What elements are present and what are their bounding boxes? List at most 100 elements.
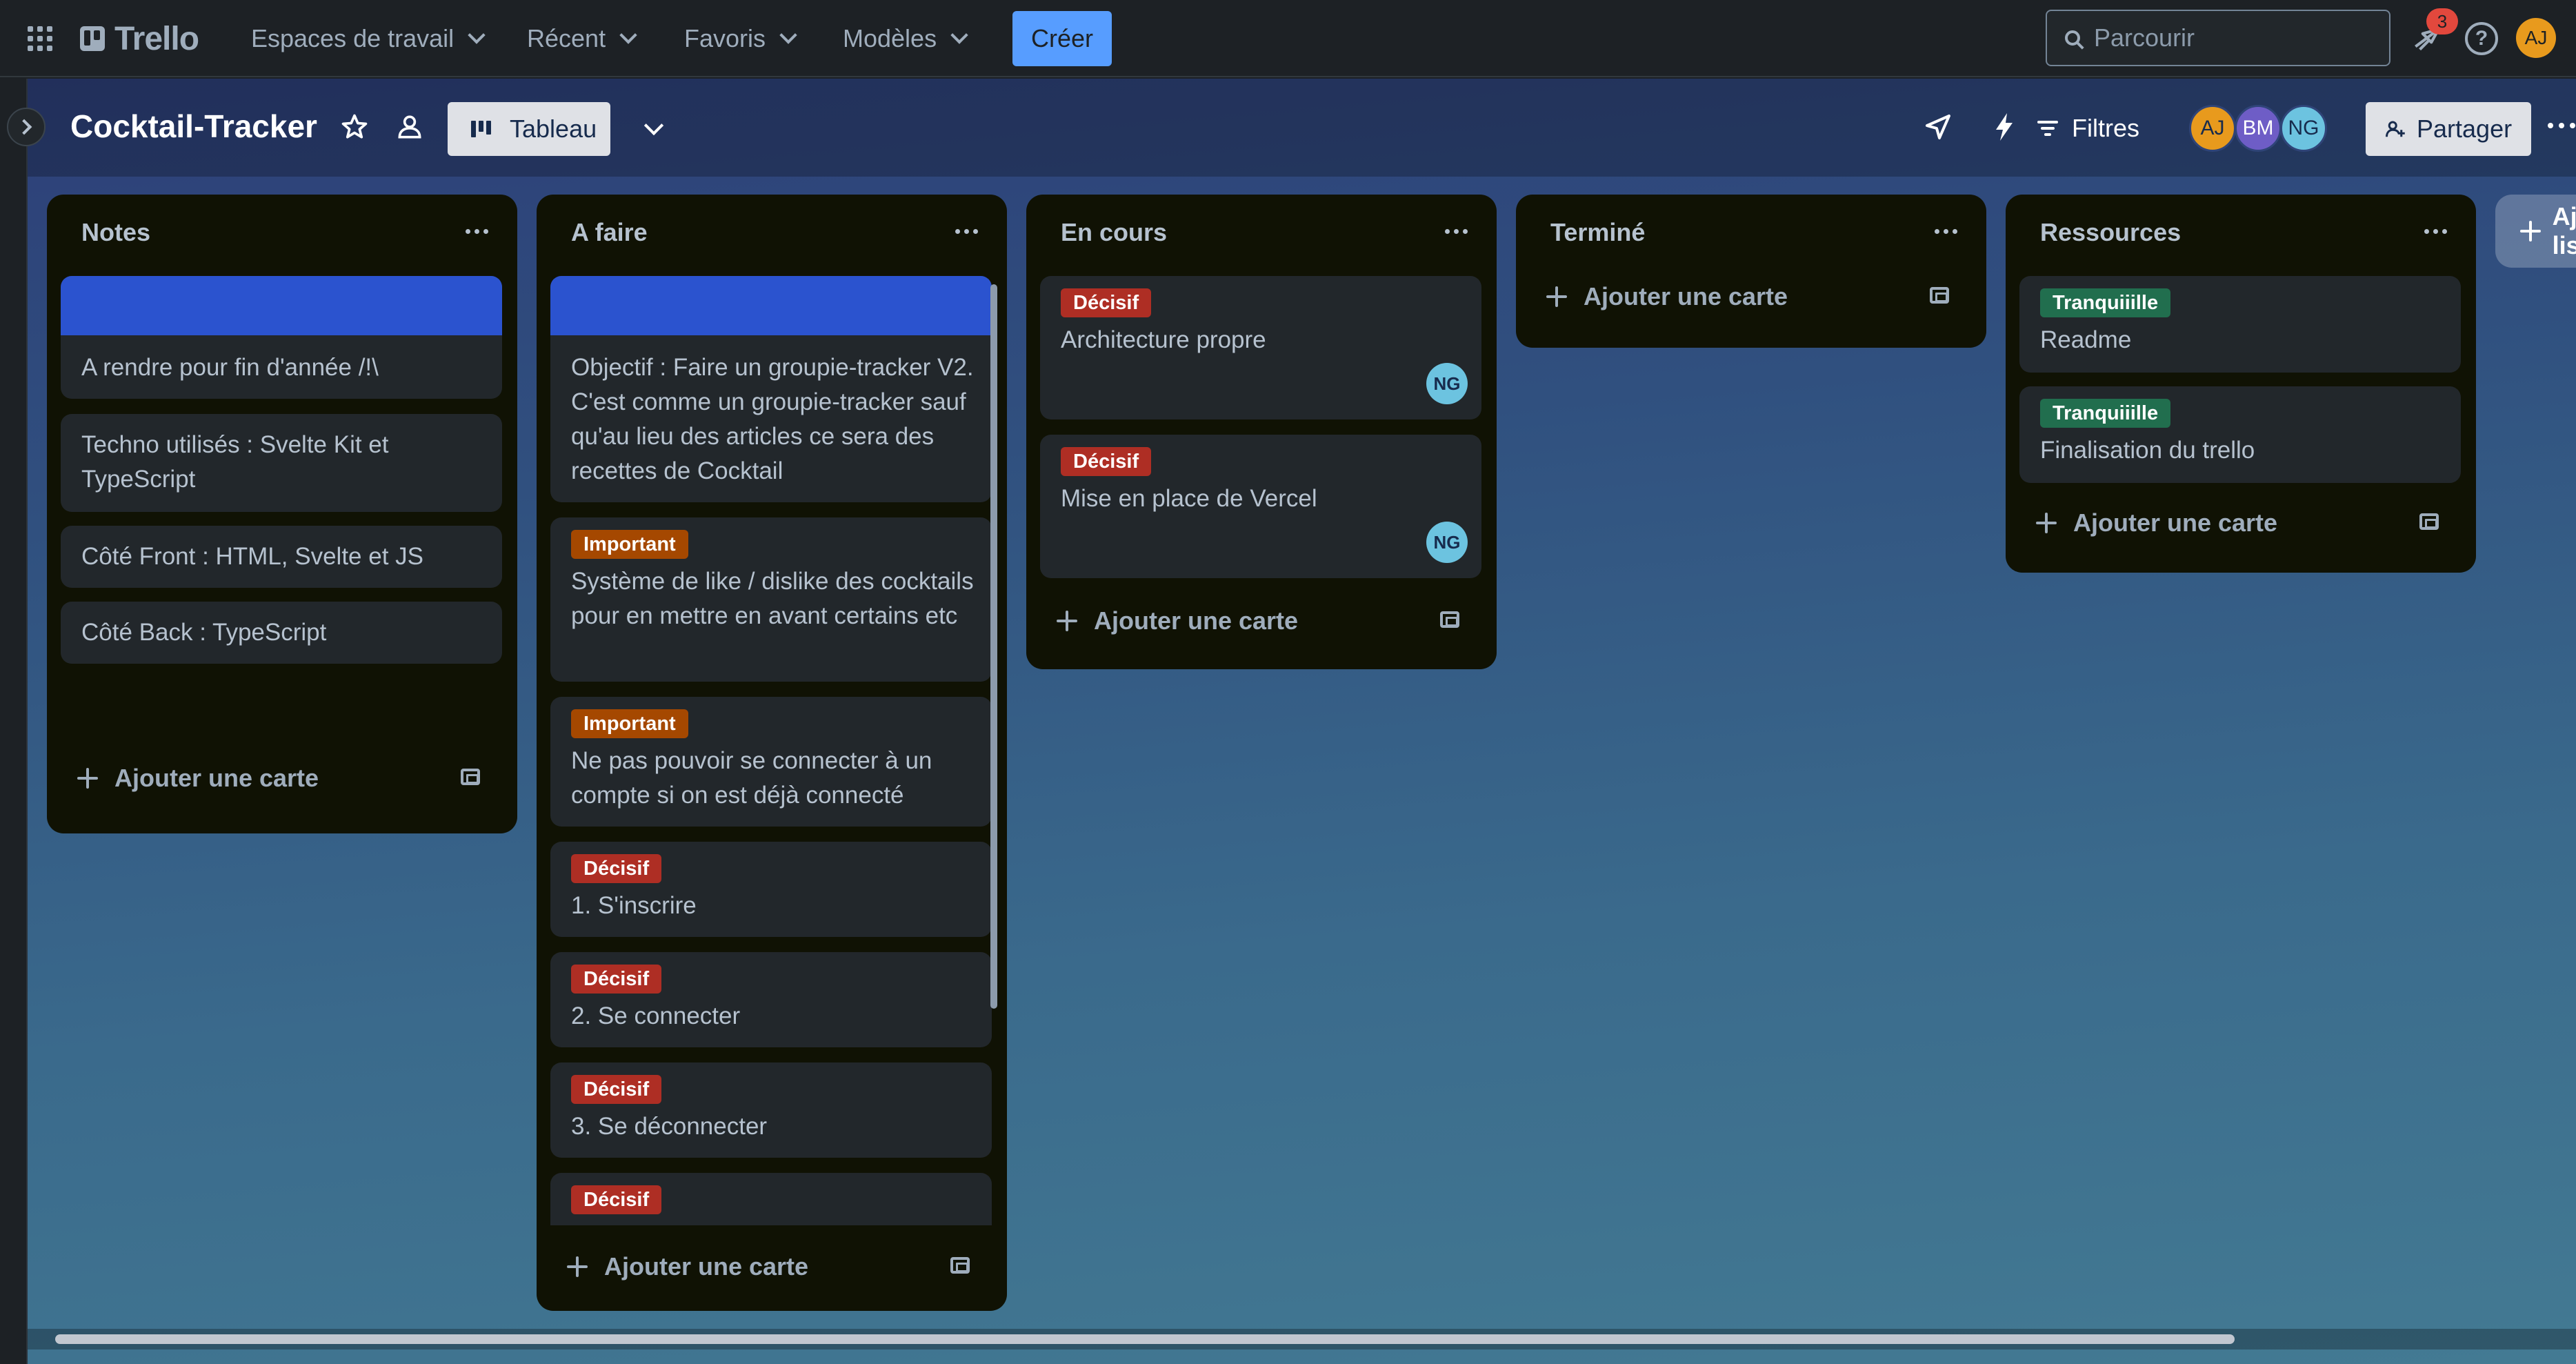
top-navigation: Trello Espaces de travail Récent Favoris… <box>0 0 2576 77</box>
label-important: Important <box>571 530 688 559</box>
trello-logo-icon <box>80 26 105 51</box>
filter-icon <box>2037 121 2058 136</box>
create-from-template-icon[interactable] <box>1440 611 1459 628</box>
create-from-template-icon[interactable] <box>1930 287 1949 304</box>
menu-label: Modèles <box>843 24 937 52</box>
board-horizontal-scrollbar[interactable] <box>28 1329 2576 1350</box>
card[interactable]: Décisif 1. S'inscrire <box>550 842 992 937</box>
board-view-button[interactable]: Tableau <box>448 102 610 156</box>
board-member-avatar[interactable]: NG <box>2280 105 2327 152</box>
share-label: Partager <box>2417 115 2513 143</box>
search-box[interactable] <box>2046 10 2390 66</box>
add-card-button[interactable]: Ajouter une carte <box>550 1241 992 1293</box>
card[interactable]: Important Système de like / dislike des … <box>550 517 992 682</box>
list-menu-icon[interactable] <box>1445 229 1468 234</box>
add-card-button[interactable]: Ajouter une carte <box>61 752 502 804</box>
board-member-avatar[interactable]: AJ <box>2189 105 2236 152</box>
card[interactable]: Important Ne pas pouvoir se connecter à … <box>550 697 992 827</box>
chevron-down-icon <box>619 26 637 44</box>
card[interactable]: Côté Back : TypeScript <box>61 602 502 664</box>
list-title[interactable]: Terminé <box>1550 218 1645 247</box>
card[interactable]: Tranquiiille Readme <box>2019 276 2461 373</box>
card-title: Architecture propre <box>1061 326 1266 353</box>
add-list-button[interactable]: Ajouter une autre liste <box>2495 195 2576 268</box>
list-header[interactable]: En cours <box>1026 195 1497 261</box>
logo-text: Trello <box>114 20 199 57</box>
create-from-template-icon[interactable] <box>461 769 480 785</box>
list-header[interactable]: Notes <box>47 195 517 261</box>
card[interactable]: Décisif Mise en place de Vercel NG <box>1040 435 1481 578</box>
list-notes: Notes A rendre pour fin d'année /!\ Tech… <box>47 195 517 833</box>
add-card-label: Ajouter une carte <box>1584 282 1788 310</box>
help-icon[interactable]: ? <box>2465 22 2498 55</box>
card-title: Côté Back : TypeScript <box>81 619 327 646</box>
filters-button[interactable]: Filtres <box>2037 106 2139 150</box>
add-card-label: Ajouter une carte <box>604 1252 809 1281</box>
list-scrollbar[interactable] <box>990 284 997 1009</box>
plus-icon <box>1057 611 1077 631</box>
card[interactable]: Décisif 3. Se déconnecter <box>550 1062 992 1158</box>
label-decisif: Décisif <box>1061 288 1152 317</box>
add-card-button[interactable]: Ajouter une carte <box>1040 595 1481 647</box>
app-switcher-icon[interactable] <box>28 26 52 51</box>
list-cards-scroll-area[interactable]: Objectif : Faire un groupie-tracker V2. … <box>537 276 1007 1225</box>
add-card-button[interactable]: Ajouter une carte <box>2019 497 2461 549</box>
card[interactable]: Décisif Architecture propre NG <box>1040 276 1481 419</box>
list-header[interactable]: Ressources <box>2006 195 2476 261</box>
menu-recent[interactable]: Récent <box>527 19 637 58</box>
card-cover <box>550 276 992 335</box>
add-list-clip: Ajouter une autre liste <box>2495 195 2576 270</box>
search-input[interactable] <box>2093 23 2357 53</box>
share-button[interactable]: Partager <box>2366 102 2531 156</box>
star-icon[interactable] <box>339 112 370 142</box>
automation-icon[interactable] <box>1988 110 2021 144</box>
list-menu-icon[interactable] <box>1935 229 1957 234</box>
expand-sidebar-button[interactable] <box>7 108 46 146</box>
menu-label: Récent <box>527 24 606 52</box>
list-menu-icon[interactable] <box>2424 229 2447 234</box>
card-title: 3. Se déconnecter <box>571 1113 768 1140</box>
list-menu-icon[interactable] <box>466 229 488 234</box>
board-header: Cocktail-Tracker Tableau Filtres AJ BM N… <box>28 79 2576 177</box>
card-member-avatar[interactable]: NG <box>1426 522 1468 563</box>
menu-templates[interactable]: Modèles <box>843 19 968 58</box>
list-title[interactable]: A faire <box>571 218 648 247</box>
create-from-template-icon[interactable] <box>2419 513 2439 530</box>
board-menu-icon[interactable] <box>2548 123 2575 128</box>
list-title[interactable]: Ressources <box>2040 218 2181 247</box>
workspace-visibility-icon[interactable] <box>395 112 425 142</box>
card-member-avatar[interactable]: NG <box>1426 363 1468 404</box>
collapsed-sidebar <box>0 79 28 1364</box>
card[interactable]: Tranquiiille Finalisation du trello <box>2019 386 2461 483</box>
create-from-template-icon[interactable] <box>950 1257 970 1274</box>
card[interactable]: Décisif <box>550 1173 992 1225</box>
card[interactable]: A rendre pour fin d'année /!\ <box>61 276 502 399</box>
menu-workspaces[interactable]: Espaces de travail <box>251 19 486 58</box>
scrollbar-thumb[interactable] <box>55 1334 2235 1344</box>
user-avatar[interactable]: AJ <box>2516 18 2556 58</box>
power-ups-icon[interactable] <box>1921 110 1955 144</box>
create-button[interactable]: Créer <box>1012 11 1112 66</box>
list-header[interactable]: A faire <box>537 195 1007 261</box>
list-header[interactable]: Terminé <box>1516 195 1986 261</box>
board-title[interactable]: Cocktail-Tracker <box>70 108 317 145</box>
list-title[interactable]: Notes <box>81 218 150 247</box>
plus-icon <box>77 768 98 789</box>
card-title: Readme <box>2040 326 2132 353</box>
list-menu-icon[interactable] <box>955 229 978 234</box>
menu-favorites[interactable]: Favoris <box>684 19 797 58</box>
label-decisif: Décisif <box>571 854 662 883</box>
card[interactable]: Décisif 2. Se connecter <box>550 952 992 1047</box>
list-en-cours: En cours Décisif Architecture propre NG … <box>1026 195 1497 669</box>
board-member-avatar[interactable]: BM <box>2235 105 2282 152</box>
card-title: Ne pas pouvoir se connecter à un compte … <box>571 747 932 809</box>
view-switcher-button[interactable] <box>635 112 673 146</box>
trello-logo[interactable]: Trello <box>80 19 199 58</box>
label-important: Important <box>571 709 688 738</box>
card[interactable]: Techno utilisés : Svelte Kit et TypeScri… <box>61 414 502 512</box>
add-card-button[interactable]: Ajouter une carte <box>1530 270 1971 323</box>
list-title[interactable]: En cours <box>1061 218 1167 247</box>
card[interactable]: Côté Front : HTML, Svelte et JS <box>61 526 502 588</box>
card-title: Techno utilisés : Svelte Kit et TypeScri… <box>81 431 389 493</box>
card[interactable]: Objectif : Faire un groupie-tracker V2. … <box>550 276 992 502</box>
